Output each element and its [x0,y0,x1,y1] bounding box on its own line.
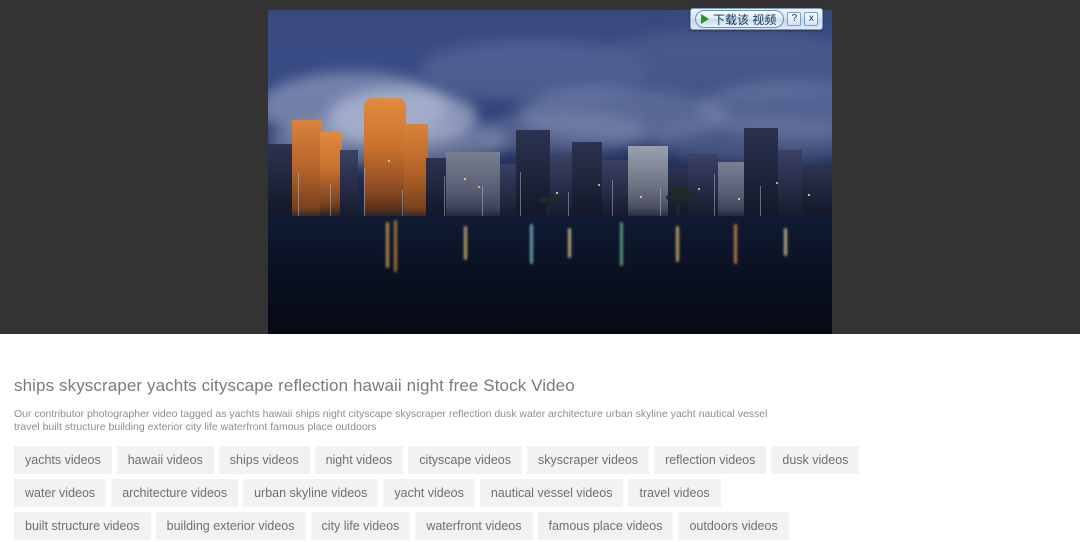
tag-row: yachts videos hawaii videos ships videos ni… [14,446,860,474]
tag-chip[interactable]: yacht videos [383,479,475,507]
description-text: Our contributor photographer video tagge… [14,408,768,433]
tag-chip[interactable]: reflection videos [654,446,767,474]
tag-chip[interactable]: built structure videos [14,512,151,540]
play-icon [701,14,709,24]
tag-chip[interactable]: skyscraper videos [527,446,650,474]
video-stage: 下载该 视频 ? x [0,0,1080,334]
content-area: ships skyscraper yachts cityscape reflec… [0,334,1080,542]
tag-chip[interactable]: hawaii videos [116,446,214,474]
details-column: ships skyscraper yachts cityscape reflec… [14,334,860,542]
tag-chip[interactable]: famous place videos [537,512,674,540]
download-helper-toolbar[interactable]: 下载该 视频 ? x [690,8,824,30]
tag-chip[interactable]: cityscape videos [408,446,523,474]
page-title: ships skyscraper yachts cityscape reflec… [14,376,575,395]
tag-chip[interactable]: city life videos [310,512,411,540]
tag-chip[interactable]: architecture videos [111,479,239,507]
download-video-button[interactable]: 下载该 视频 [695,10,785,28]
download-video-label: 下载该 视频 [713,12,777,27]
tag-row: water videos architecture videos urban sky… [14,479,814,507]
close-icon[interactable]: x [804,12,819,26]
water-reflection [268,216,832,334]
video-player[interactable] [268,10,832,334]
tag-chip[interactable]: travel videos [628,479,721,507]
tag-chip[interactable]: building exterior videos [155,512,306,540]
tag-list: yachts videos hawaii videos ships videos ni… [14,446,860,540]
tag-row: built structure videos building exterior … [14,512,814,540]
tag-chip[interactable]: yachts videos [14,446,112,474]
tag-chip[interactable]: water videos [14,479,107,507]
tag-chip[interactable]: night videos [314,446,404,474]
help-icon[interactable]: ? [787,12,802,26]
tag-chip[interactable]: waterfront videos [415,512,533,540]
tag-chip[interactable]: ships videos [218,446,310,474]
tag-chip[interactable]: outdoors videos [678,512,789,540]
tag-chip[interactable]: nautical vessel videos [479,479,624,507]
sidebar-rail: DOWNLOAD FREE Duration —5.00 sResolution… [828,334,1072,542]
tag-chip[interactable]: urban skyline videos [243,479,379,507]
